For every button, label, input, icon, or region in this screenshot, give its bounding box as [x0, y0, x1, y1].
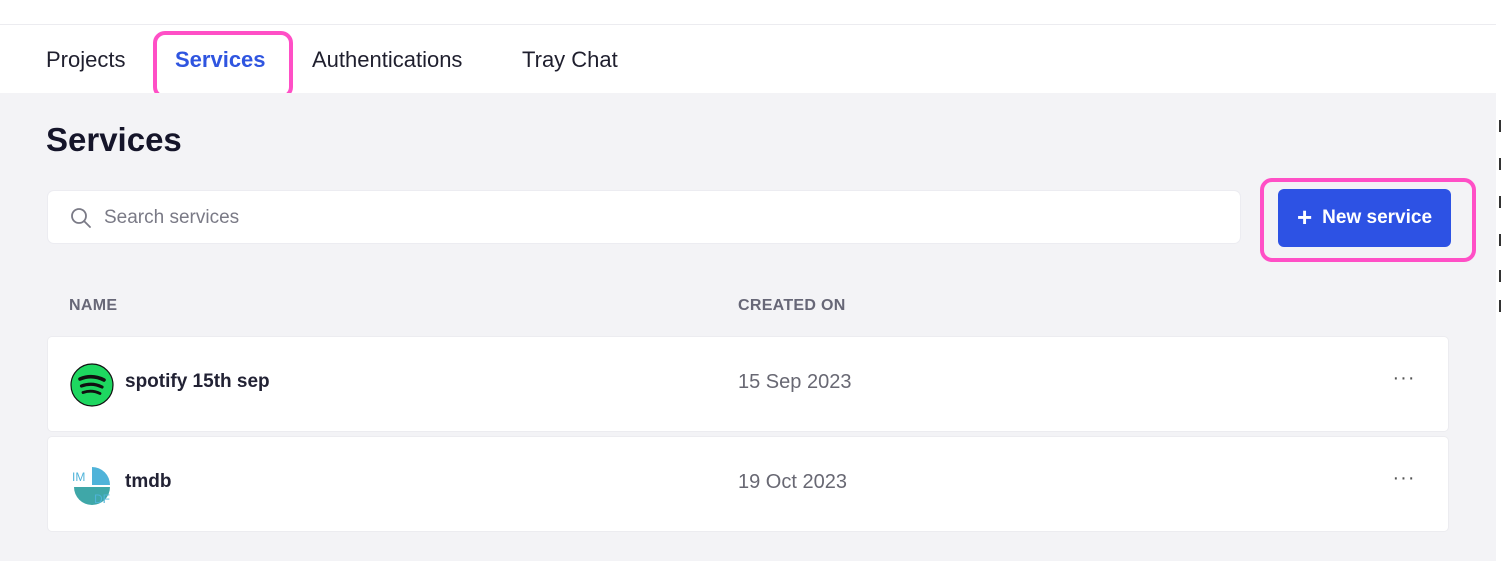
window-edge [1496, 0, 1506, 561]
edge-mark [1499, 234, 1501, 246]
tab-projects[interactable]: Projects [46, 25, 125, 93]
created-on: 15 Sep 2023 [738, 371, 852, 393]
tab-bar: Projects Services Authentications Tray C… [0, 25, 1506, 93]
tab-services[interactable]: Services [175, 25, 266, 93]
search-bar[interactable] [48, 191, 1240, 245]
table-row[interactable]: spotify 15th sep 15 Sep 2023 ··· [48, 337, 1448, 431]
new-service-button[interactable]: + New service [1278, 189, 1451, 247]
search-input[interactable] [102, 191, 1226, 245]
edge-mark [1499, 300, 1501, 312]
column-header-created-on: CREATED ON [738, 297, 846, 314]
created-on: 19 Oct 2023 [738, 471, 847, 493]
service-name[interactable]: spotify 15th sep [125, 371, 270, 393]
edge-mark [1499, 196, 1501, 208]
edge-mark [1499, 120, 1501, 132]
page-title: Services [46, 121, 182, 158]
new-service-label: New service [1322, 207, 1433, 228]
table-row[interactable]: IM DF tmdb 19 Oct 2023 ··· [48, 437, 1448, 531]
tmdb-logo-icon: IM DF [72, 467, 110, 506]
service-name[interactable]: tmdb [125, 471, 171, 493]
tmdb-logo-text: IM [72, 470, 85, 484]
search-icon [71, 208, 91, 228]
plus-icon: + [1296, 202, 1313, 232]
main-content: Services + New service NAME CREATED ON s… [0, 93, 1496, 561]
tab-authentications[interactable]: Authentications [312, 25, 462, 93]
more-options-icon[interactable]: ··· [1386, 367, 1422, 397]
edge-mark [1499, 270, 1501, 282]
tab-tray-chat[interactable]: Tray Chat [522, 25, 618, 93]
tmdb-logo-text-2: DF [94, 492, 110, 506]
more-options-icon[interactable]: ··· [1386, 467, 1422, 497]
top-bar [0, 0, 1506, 25]
spotify-logo-icon [70, 363, 114, 407]
edge-mark [1499, 158, 1501, 170]
column-header-name: NAME [69, 297, 118, 314]
